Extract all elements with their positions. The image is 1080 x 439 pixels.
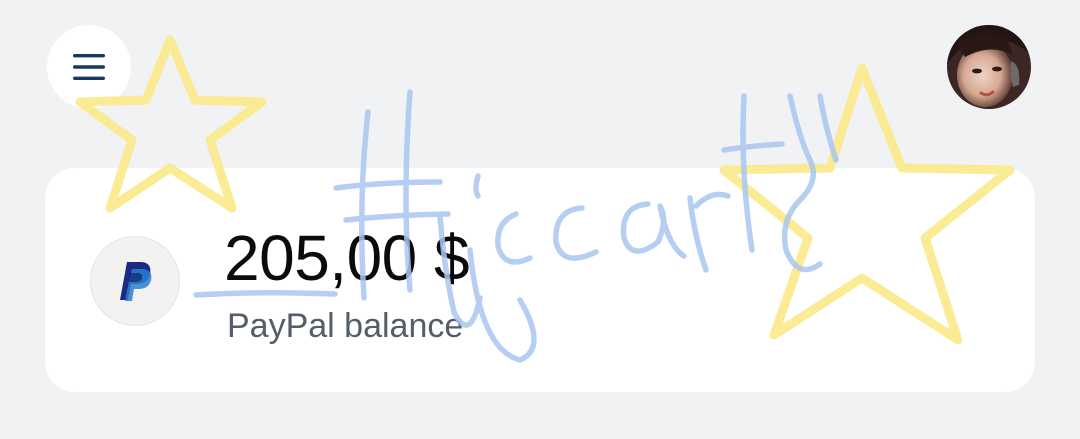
balance-label: PayPal balance [227, 307, 464, 345]
hamburger-menu-icon [73, 54, 105, 80]
user-avatar[interactable] [947, 25, 1031, 109]
paypal-logo-icon [90, 236, 180, 326]
balance-amount: 205,00 $ [224, 222, 470, 294]
menu-button[interactable] [47, 25, 131, 109]
balance-card[interactable] [45, 168, 1035, 392]
